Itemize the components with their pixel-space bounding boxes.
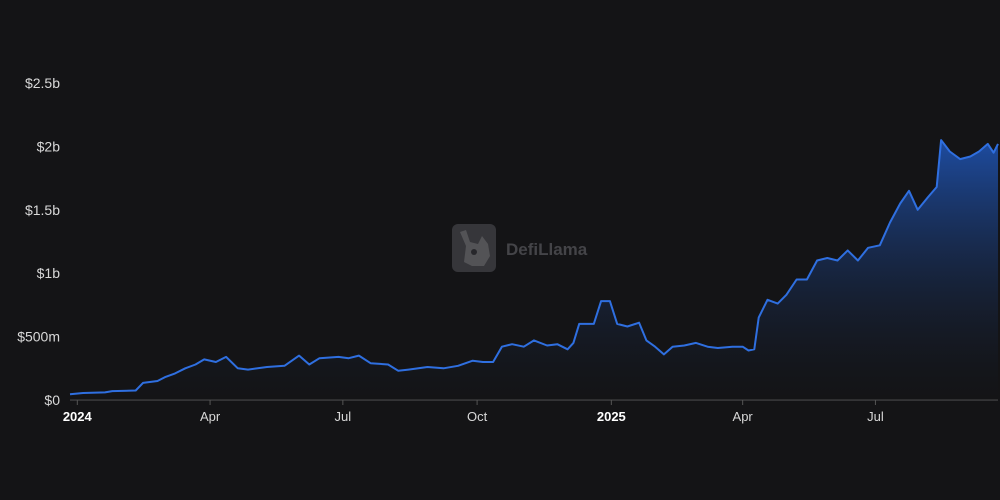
y-tick-label: $1b: [37, 265, 61, 281]
watermark: DefiLlama: [452, 224, 588, 272]
x-tick-label: Apr: [200, 409, 221, 424]
x-tick-label: Oct: [467, 409, 488, 424]
chart-container: DefiLlama $0 $500m $1b $1.5b $2b $2.5b 2024 Ap…: [0, 0, 1000, 500]
tvl-area-chart[interactable]: DefiLlama $0 $500m $1b $1.5b $2b $2.5b 2024 Ap…: [0, 0, 1000, 500]
watermark-text: DefiLlama: [506, 240, 588, 259]
x-tick-label: Jul: [335, 409, 352, 424]
x-tick-label: Jul: [867, 409, 884, 424]
llama-logo-icon: [452, 224, 496, 272]
y-tick-label: $1.5b: [25, 202, 60, 218]
x-tick-label: Apr: [733, 409, 754, 424]
x-tick-label: 2025: [597, 409, 626, 424]
y-axis: $0 $500m $1b $1.5b $2b $2.5b: [17, 75, 60, 408]
y-tick-label: $2b: [37, 138, 61, 154]
x-tick-label: 2024: [63, 409, 93, 424]
y-tick-label: $500m: [17, 329, 60, 345]
y-tick-label: $2.5b: [25, 75, 60, 91]
x-axis: 2024 Apr Jul Oct 2025 Apr Jul: [63, 400, 884, 424]
y-tick-label: $0: [44, 392, 60, 408]
